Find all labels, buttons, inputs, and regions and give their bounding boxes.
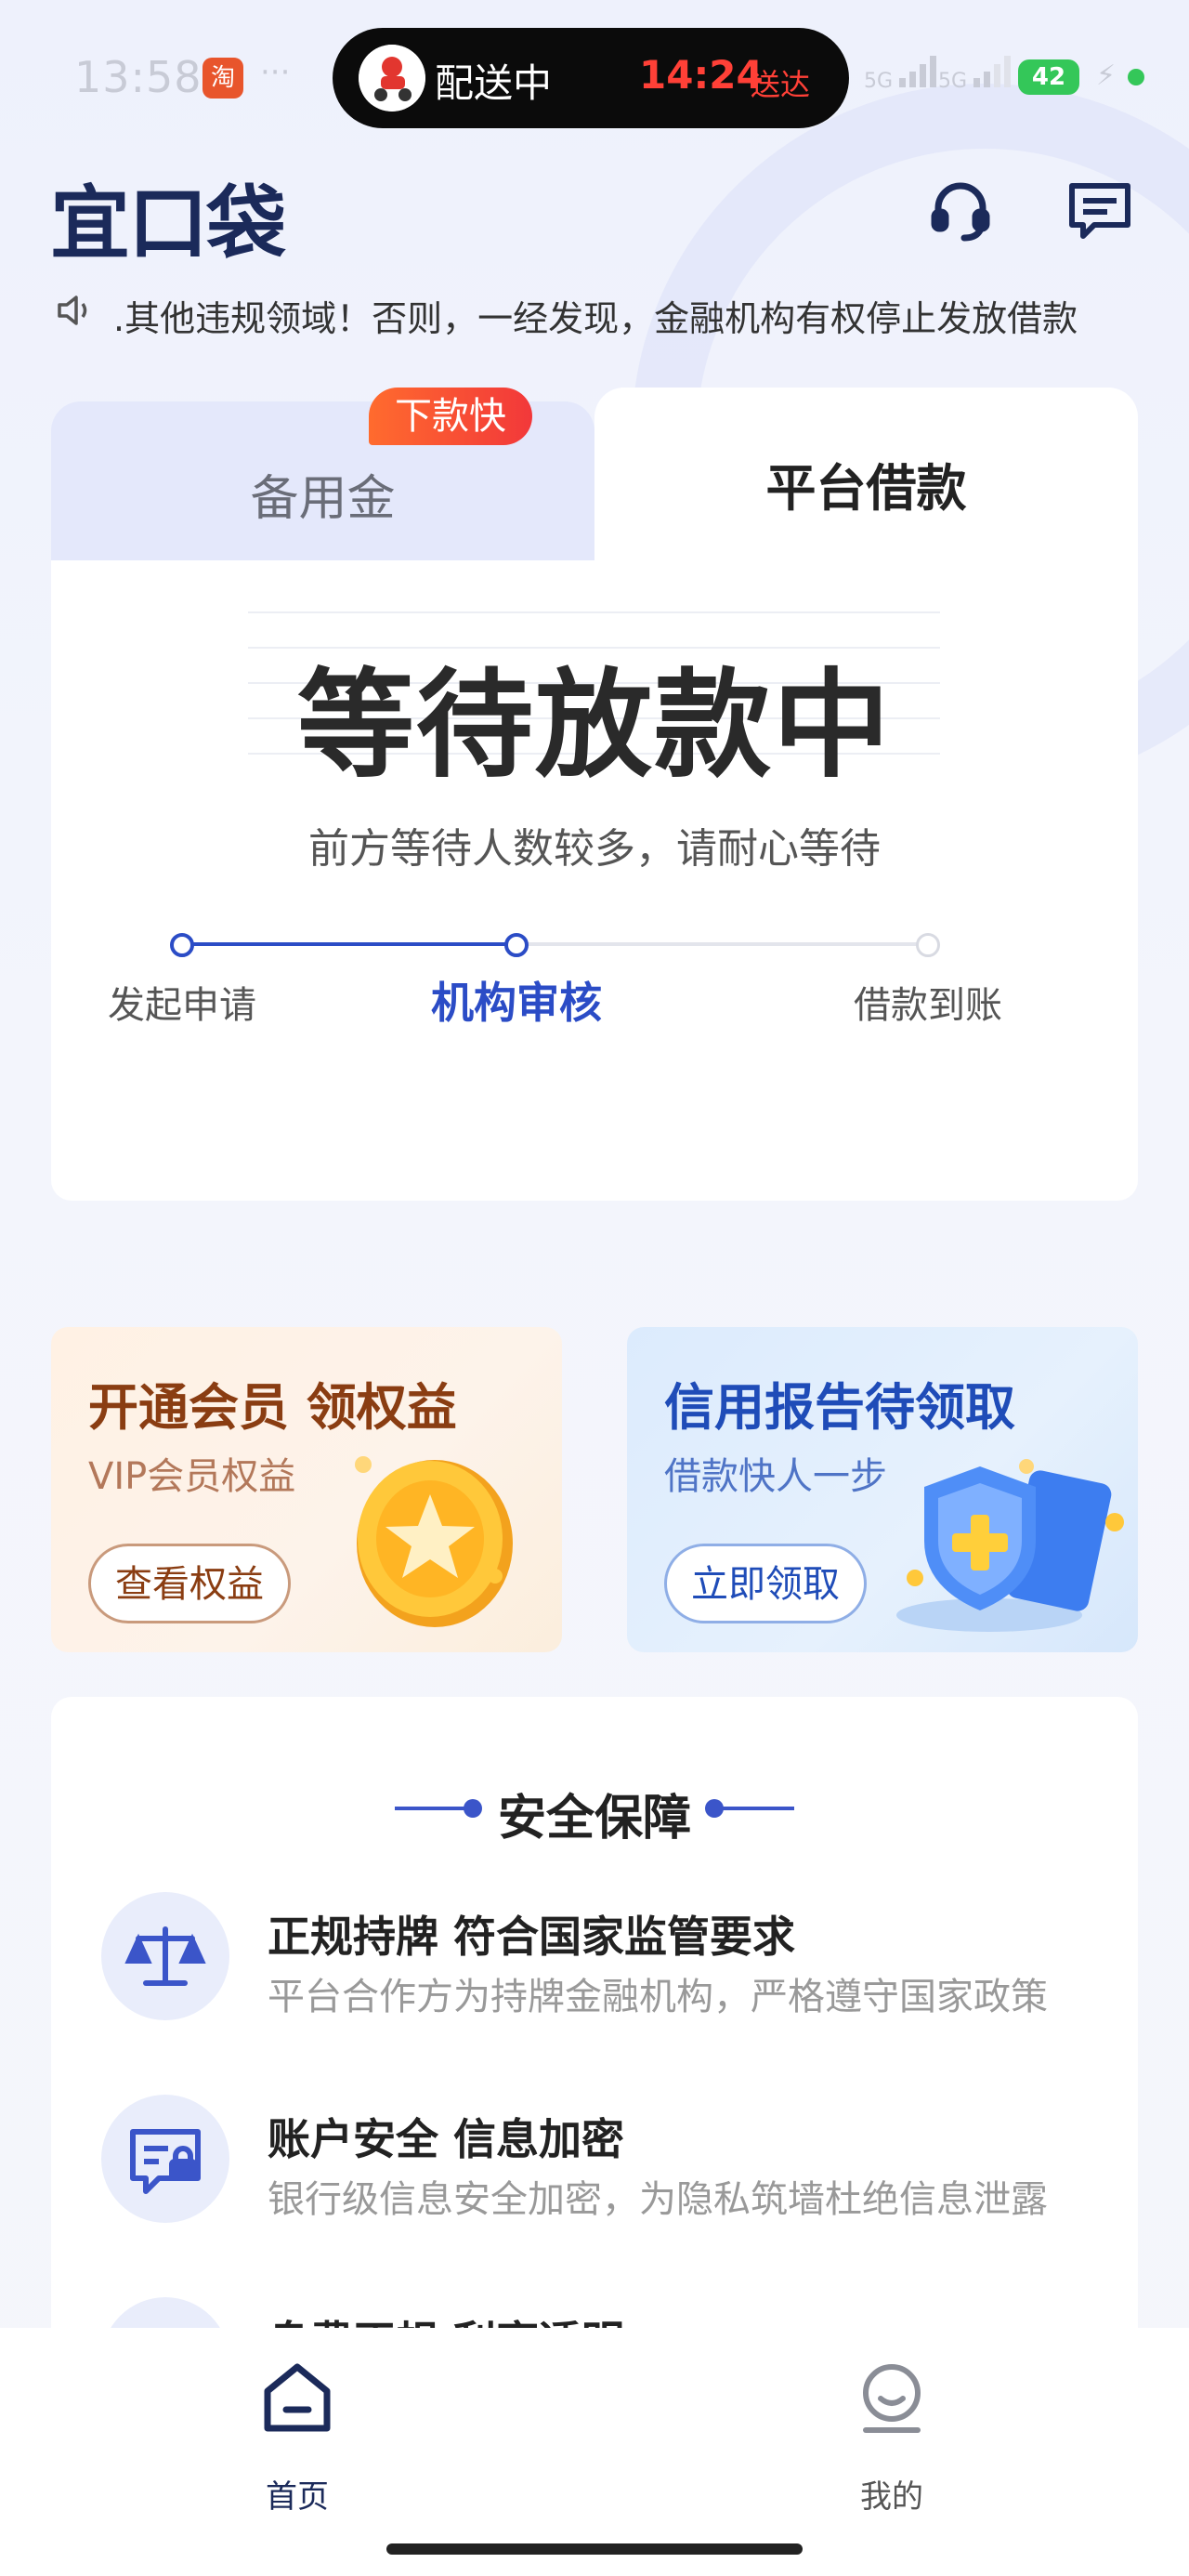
status-bar: 13:58 淘 ··· 配送中 14:24 送达 5G 5G 42 ⚡ — [0, 0, 1189, 158]
more-dots-icon: ··· — [260, 54, 291, 91]
credit-report-promo-card[interactable]: 信用报告待领取 借款快人一步 立即领取 — [627, 1327, 1138, 1652]
step-label-apply: 发起申请 — [108, 984, 256, 1027]
taobao-app-icon: 淘 — [203, 58, 243, 99]
shield-icon — [878, 1439, 1129, 1643]
loan-status-title: 等待放款中 — [297, 657, 892, 794]
notice-text: .其他违规领域！否则，一经发现，金融机构有权停止发放借款 — [113, 298, 1078, 338]
vip-promo-title: 开通会员 领权益 — [88, 1378, 457, 1437]
step-label-review: 机构审核 — [431, 978, 602, 1028]
speaker-icon — [56, 290, 97, 331]
cellular-signal-icon: 5G — [864, 56, 940, 93]
bottom-tab-bar: 首页 我的 — [0, 2328, 1189, 2576]
step-label-received: 借款到账 — [854, 984, 1002, 1027]
signal-label-1: 5G — [864, 70, 894, 93]
dynamic-island-delivery[interactable]: 配送中 14:24 送达 — [333, 28, 849, 128]
tab-platform-loan[interactable]: 平台借款 — [594, 388, 1138, 564]
cellular-signal-icon-2: 5G — [938, 56, 1014, 93]
secure-card-icon — [101, 2095, 229, 2223]
delivery-eta-suffix: 送达 — [751, 67, 811, 102]
notice-marquee[interactable]: .其他违规领域！否则，一经发现，金融机构有权停止发放借款 — [56, 286, 1143, 338]
progress-line-pending — [516, 942, 929, 946]
security-title: 安全保障 — [497, 1791, 691, 1847]
delivery-eta: 14:24 — [639, 52, 764, 98]
security-item-desc-2: 银行级信息安全加密，为隐私筑墙杜绝信息泄露 — [268, 2178, 1048, 2221]
vip-promo-card[interactable]: 开通会员 领权益 VIP会员权益 查看权益 — [51, 1327, 562, 1652]
credit-promo-subtitle: 借款快人一步 — [664, 1455, 887, 1498]
home-icon — [262, 2361, 333, 2439]
brand-logo: 宜口袋 — [50, 177, 286, 270]
security-item-desc-1: 平台合作方为持牌金融机构，严格遵守国家政策 — [268, 1976, 1048, 2018]
view-benefits-button[interactable]: 查看权益 — [88, 1544, 291, 1623]
credit-promo-title: 信用报告待领取 — [664, 1378, 1015, 1437]
tab-profile[interactable]: 我的 — [799, 2361, 985, 2516]
claim-report-button[interactable]: 立即领取 — [664, 1544, 867, 1623]
home-indicator[interactable] — [386, 2543, 803, 2555]
step-dot-review — [504, 933, 529, 957]
tab-platform-loan-label: 平台借款 — [765, 459, 967, 518]
loan-status-card: 备用金 下款快 平台借款 等待放款中 前方等待人数较多，请耐心等待 发起申请 机… — [51, 388, 1138, 1201]
tab-profile-label: 我的 — [860, 2478, 923, 2516]
battery-icon: 42 — [1018, 59, 1079, 95]
vip-promo-subtitle: VIP会员权益 — [88, 1455, 296, 1498]
step-dot-apply — [170, 933, 194, 957]
title-decoration-right — [716, 1807, 794, 1810]
progress-line-done — [182, 942, 516, 946]
security-item-title-1: 正规持牌 符合国家监管要求 — [268, 1912, 796, 1962]
message-icon[interactable] — [1066, 177, 1133, 243]
balance-scale-icon — [101, 1892, 229, 2020]
security-item-title-2: 账户安全 信息加密 — [268, 2114, 625, 2164]
tab-home-label: 首页 — [266, 2478, 329, 2516]
privacy-indicator-dot — [1128, 69, 1144, 85]
courier-scooter-icon — [359, 45, 425, 112]
tab-standby-fund-label: 备用金 — [250, 471, 396, 527]
profile-icon — [856, 2361, 927, 2439]
headset-icon[interactable] — [927, 177, 994, 243]
charging-bolt-icon: ⚡ — [1096, 59, 1117, 92]
star-coin-icon — [346, 1437, 523, 1632]
status-time: 13:58 — [74, 52, 203, 102]
step-dot-received — [916, 933, 940, 957]
tab-home[interactable]: 首页 — [204, 2361, 390, 2516]
signal-label-2: 5G — [938, 70, 968, 93]
fast-disbursement-badge: 下款快 — [369, 388, 532, 445]
app-screen: 13:58 淘 ··· 配送中 14:24 送达 5G 5G 42 ⚡ 宜口袋 … — [0, 0, 1189, 2576]
loan-status-subtitle: 前方等待人数较多，请耐心等待 — [308, 825, 881, 873]
delivery-status: 配送中 — [435, 60, 553, 106]
